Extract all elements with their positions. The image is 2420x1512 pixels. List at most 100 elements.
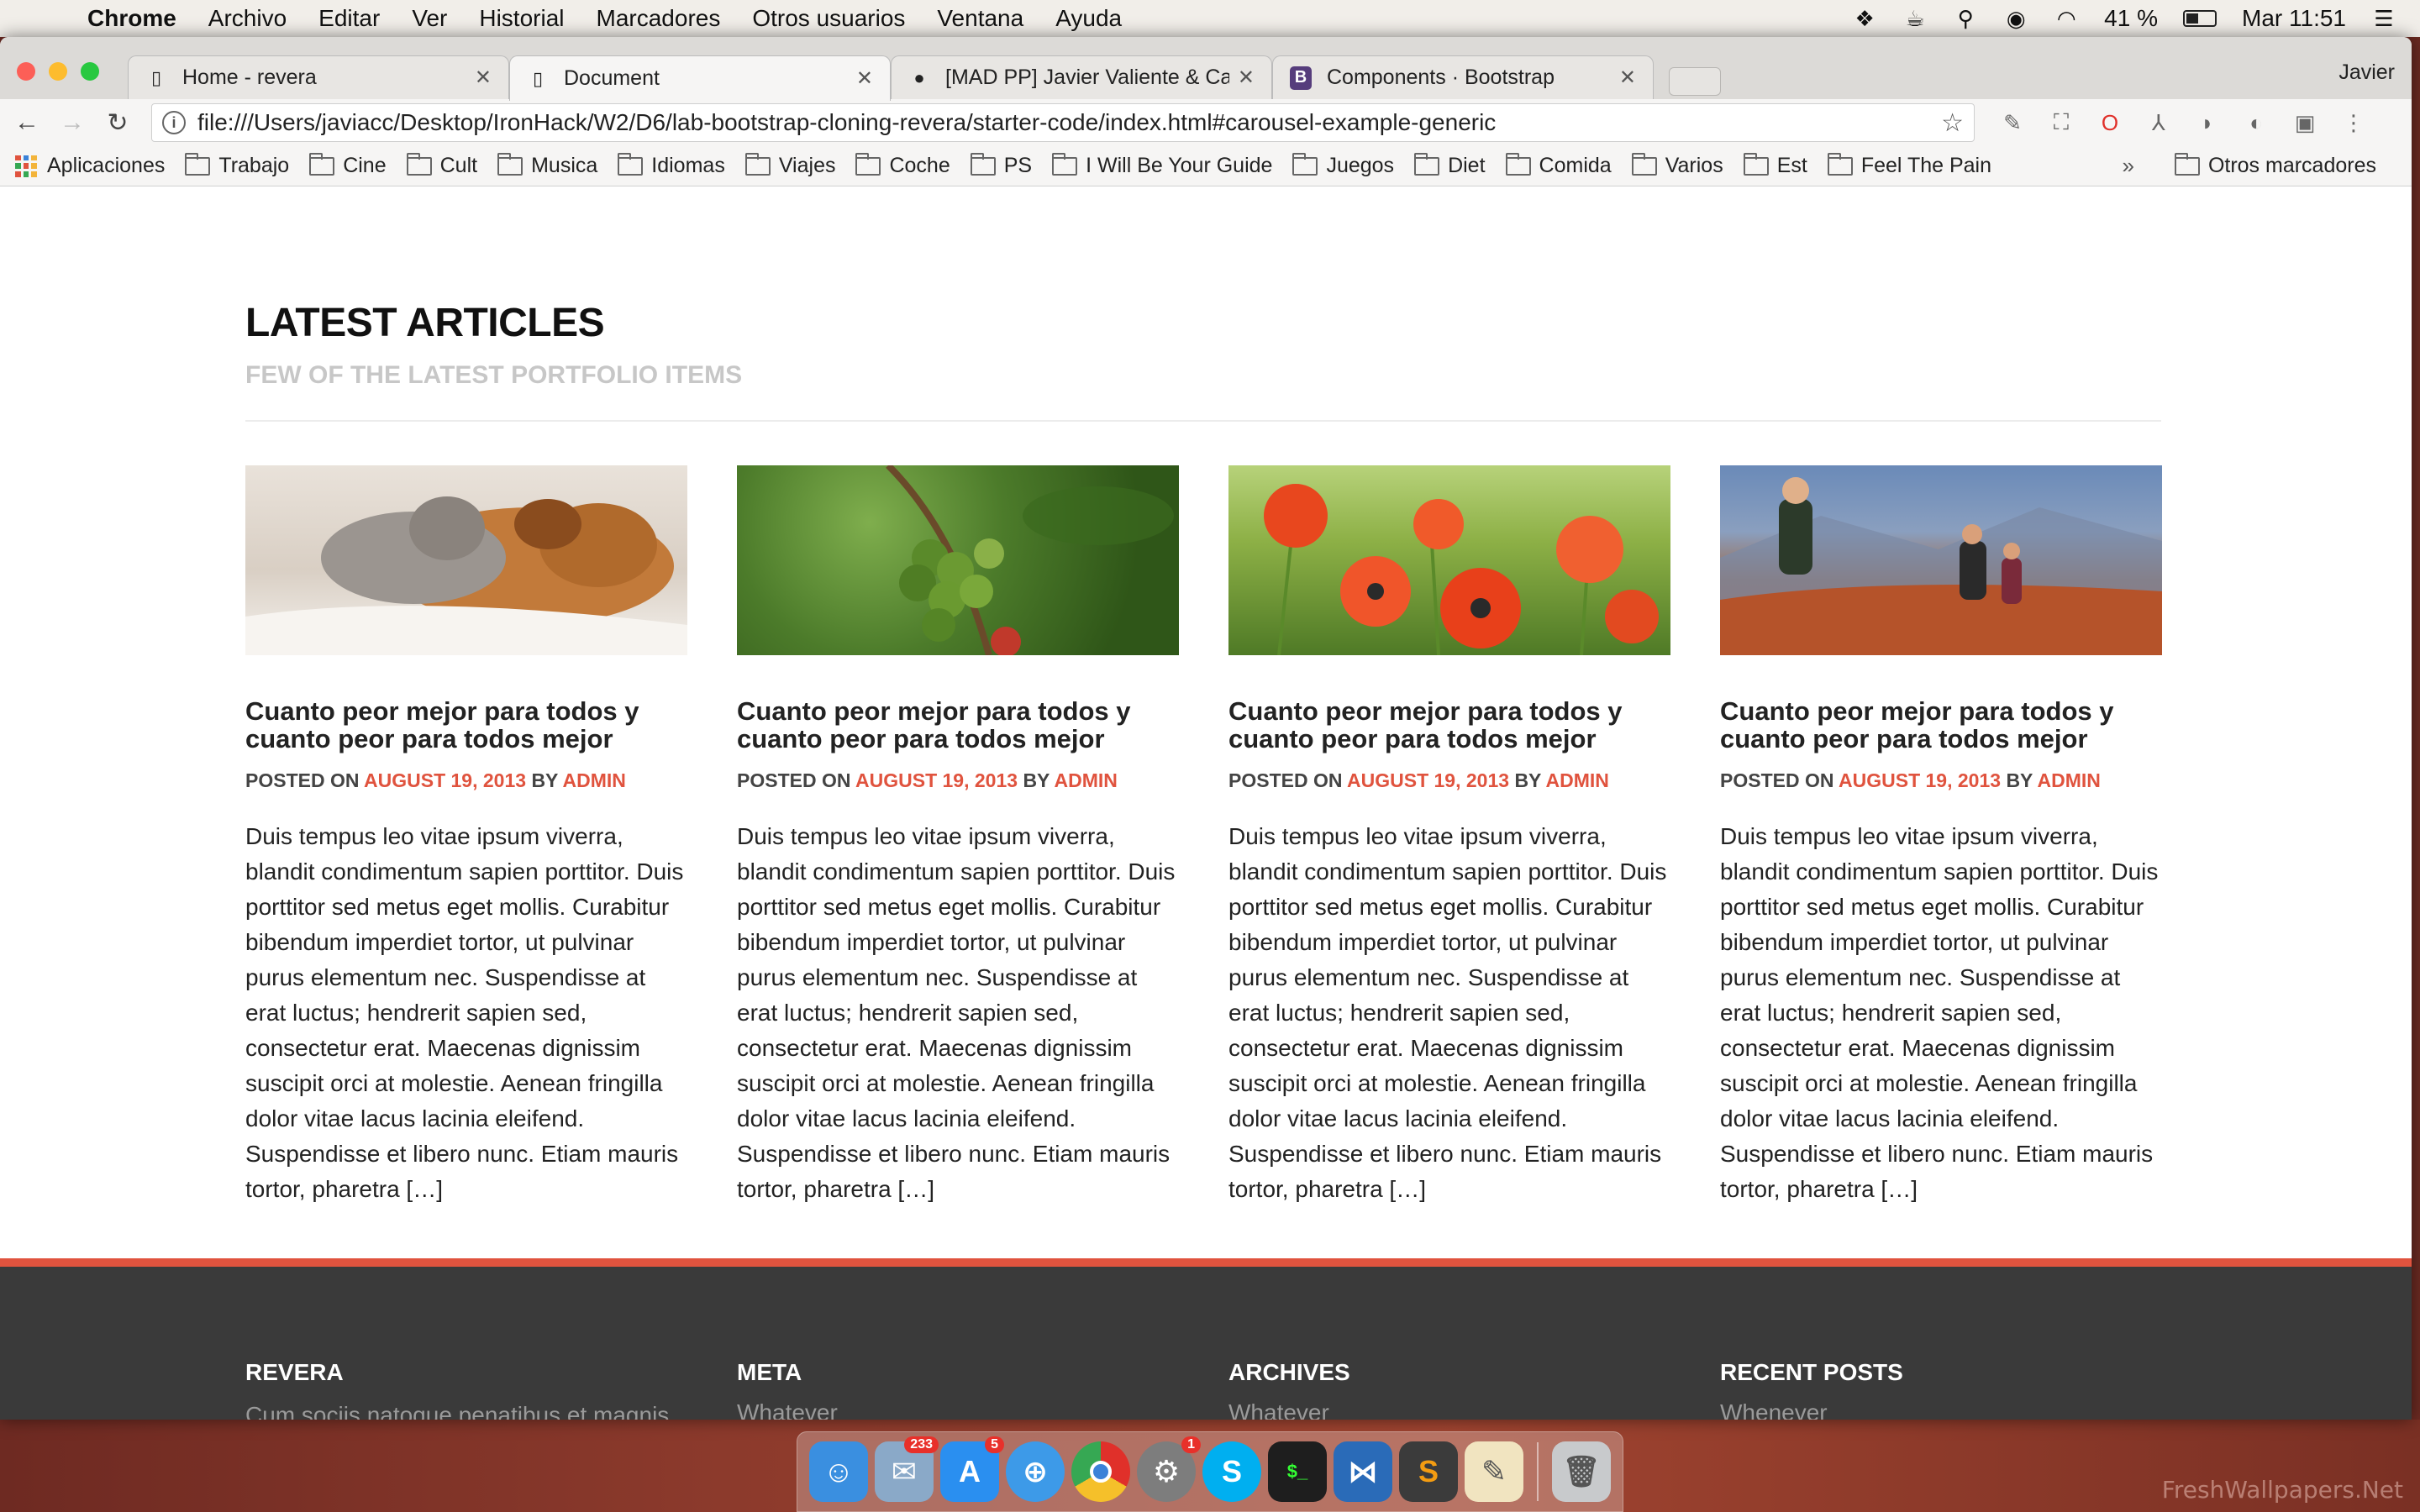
poppies-photo[interactable] xyxy=(1228,465,1670,655)
app-store-icon[interactable]: A5 xyxy=(940,1436,1004,1502)
menu-historial[interactable]: Historial xyxy=(479,5,564,32)
menu-otros-usuarios[interactable]: Otros usuarios xyxy=(752,5,905,32)
eyedropper-icon[interactable]: ✎ xyxy=(1998,108,2027,137)
article-author-link[interactable]: ADMIN xyxy=(2038,769,2101,791)
dock-separator xyxy=(1537,1442,1539,1501)
caffeine-icon[interactable]: ☕ xyxy=(1902,6,1928,31)
bookmark-folder-est[interactable]: Est xyxy=(1743,152,1807,178)
article-author-link[interactable]: ADMIN xyxy=(563,769,626,791)
opera-icon[interactable]: O xyxy=(2096,108,2124,137)
clock[interactable]: Mar 11:51 xyxy=(2242,5,2346,32)
textedit-icon[interactable]: ✎ xyxy=(1465,1441,1523,1502)
extension-icon[interactable]: ◐ xyxy=(2242,108,2270,137)
counter-extension-icon[interactable]: ▣ xyxy=(2291,108,2319,137)
article-title[interactable]: Cuanto peor mejor para todos y cuanto pe… xyxy=(245,697,687,753)
article-date-link[interactable]: AUGUST 19, 2013 xyxy=(1347,769,1509,791)
article-title[interactable]: Cuanto peor mejor para todos y cuanto pe… xyxy=(1720,697,2162,753)
close-tab-icon[interactable]: ✕ xyxy=(475,66,492,90)
article-date-link[interactable]: AUGUST 19, 2013 xyxy=(1839,769,2001,791)
close-window-button[interactable] xyxy=(17,62,35,81)
wifi-icon[interactable]: ◠ xyxy=(2054,6,2079,31)
bookmark-folder-comida[interactable]: Comida xyxy=(1505,152,1612,178)
folder-icon xyxy=(1414,152,1440,176)
chrome-icon[interactable] xyxy=(1071,1441,1130,1502)
coffee-beans-photo[interactable] xyxy=(737,465,1179,655)
article-title[interactable]: Cuanto peor mejor para todos y cuanto pe… xyxy=(737,697,1179,753)
bookmark-folder-varios[interactable]: Varios xyxy=(1631,152,1723,178)
bookmark-label: Trabajo xyxy=(218,154,290,177)
footer-link[interactable]: Whatever xyxy=(737,1399,1179,1420)
bookmark-folder-juegos[interactable]: Juegos xyxy=(1292,152,1394,178)
tab-document[interactable]: ▯ Document ✕ xyxy=(509,55,891,101)
tab-home-revera[interactable]: ▯ Home - revera ✕ xyxy=(128,55,509,99)
url-text[interactable]: file:///Users/javiacc/Desktop/IronHack/W… xyxy=(197,109,1941,136)
tab-github[interactable]: ● [MAD PP] Javier Valiente & Ca ✕ xyxy=(891,55,1272,99)
bookmark-folder-cult[interactable]: Cult xyxy=(406,152,477,178)
pocket-icon[interactable]: ◗ xyxy=(2193,108,2222,137)
bookmark-folder-diet[interactable]: Diet xyxy=(1414,152,1486,178)
safari-icon[interactable]: ⊕ xyxy=(1006,1441,1065,1502)
menu-editar[interactable]: Editar xyxy=(318,5,380,32)
siri-icon[interactable]: ◉ xyxy=(2003,6,2028,31)
screenshot-icon[interactable]: ⛶ xyxy=(2047,108,2075,137)
bookmark-aplicaciones[interactable]: Aplicaciones xyxy=(15,154,165,178)
tree-icon[interactable]: ⅄ xyxy=(2144,108,2173,137)
vscode-icon[interactable]: ⋈ xyxy=(1334,1441,1392,1502)
bookmark-folder-guide[interactable]: I Will Be Your Guide xyxy=(1052,152,1272,178)
close-tab-icon[interactable]: ✕ xyxy=(1238,66,1255,90)
close-tab-icon[interactable]: ✕ xyxy=(856,66,873,91)
article-author-link[interactable]: ADMIN xyxy=(1055,769,1118,791)
bookmark-star-icon[interactable]: ☆ xyxy=(1941,108,1964,138)
other-bookmarks-folder[interactable]: Otros marcadores xyxy=(2174,152,2376,178)
more-bookmarks-chevron-icon[interactable]: » xyxy=(2123,153,2134,179)
sublime-text-icon[interactable]: S xyxy=(1399,1441,1458,1502)
forward-arrow-icon[interactable]: → xyxy=(55,106,89,139)
bookmark-folder-trabajo[interactable]: Trabajo xyxy=(185,152,290,178)
menu-marcadores[interactable]: Marcadores xyxy=(597,5,721,32)
article-date-link[interactable]: AUGUST 19, 2013 xyxy=(364,769,526,791)
bookmark-folder-idiomas[interactable]: Idiomas xyxy=(618,152,725,178)
bookmark-folder-viajes[interactable]: Viajes xyxy=(744,152,835,178)
menu-ayuda[interactable]: Ayuda xyxy=(1055,5,1122,32)
extensions-area: ✎ ⛶ O ⅄ ◗ ◐ ▣ ⋮ xyxy=(1998,108,2368,137)
kitten-puppy-photo[interactable] xyxy=(245,465,687,655)
article-author-link[interactable]: ADMIN xyxy=(1546,769,1609,791)
battery-icon[interactable] xyxy=(2183,10,2217,27)
minimize-window-button[interactable] xyxy=(49,62,67,81)
mail-icon[interactable]: ✉ 233 xyxy=(875,1436,939,1502)
terminal-icon[interactable]: $_ xyxy=(1268,1441,1327,1502)
dropbox-icon[interactable]: ❖ xyxy=(1852,6,1877,31)
reload-icon[interactable]: ↻ xyxy=(101,106,134,139)
menu-ver[interactable]: Ver xyxy=(412,5,447,32)
info-icon[interactable]: i xyxy=(162,111,186,134)
tab-bootstrap[interactable]: B Components · Bootstrap ✕ xyxy=(1272,55,1654,99)
close-tab-icon[interactable]: ✕ xyxy=(1619,66,1636,90)
profile-button[interactable]: Javier xyxy=(2338,60,2395,85)
tab-strip: ▯ Home - revera ✕ ▯ Document ✕ ● [MAD PP… xyxy=(0,37,2412,101)
finder-icon[interactable]: ☺ xyxy=(809,1441,868,1502)
notification-center-icon[interactable]: ☰ xyxy=(2371,6,2396,31)
bookmark-folder-coche[interactable]: Coche xyxy=(855,152,950,178)
bookmark-folder-cine[interactable]: Cine xyxy=(309,152,387,178)
app-name-menu[interactable]: Chrome xyxy=(87,5,176,32)
system-preferences-icon[interactable]: ⚙ 1 xyxy=(1137,1436,1201,1502)
trash-icon[interactable]: 🗑 xyxy=(1551,1441,1611,1502)
bookmark-folder-feel-the-pain[interactable]: Feel The Pain xyxy=(1827,152,1991,178)
chrome-menu-icon[interactable]: ⋮ xyxy=(2339,108,2368,137)
bookmark-label: Idiomas xyxy=(651,154,725,177)
new-tab-button[interactable] xyxy=(1669,67,1721,96)
footer-link[interactable]: Whatever xyxy=(1228,1399,1670,1420)
article-title[interactable]: Cuanto peor mejor para todos y cuanto pe… xyxy=(1228,697,1670,753)
menu-archivo[interactable]: Archivo xyxy=(208,5,287,32)
bookmark-folder-ps[interactable]: PS xyxy=(970,152,1032,178)
search-icon[interactable]: ⚲ xyxy=(1953,6,1978,31)
article-date-link[interactable]: AUGUST 19, 2013 xyxy=(855,769,1018,791)
skype-icon[interactable]: S xyxy=(1202,1441,1261,1502)
menu-ventana[interactable]: Ventana xyxy=(937,5,1023,32)
hikers-photo[interactable] xyxy=(1720,465,2162,655)
address-bar[interactable]: i file:///Users/javiacc/Desktop/IronHack… xyxy=(151,103,1975,142)
zoom-window-button[interactable] xyxy=(81,62,99,81)
footer-link[interactable]: Whenever xyxy=(1720,1399,2162,1420)
back-arrow-icon[interactable]: ← xyxy=(10,106,44,139)
bookmark-folder-musica[interactable]: Musica xyxy=(497,152,597,178)
